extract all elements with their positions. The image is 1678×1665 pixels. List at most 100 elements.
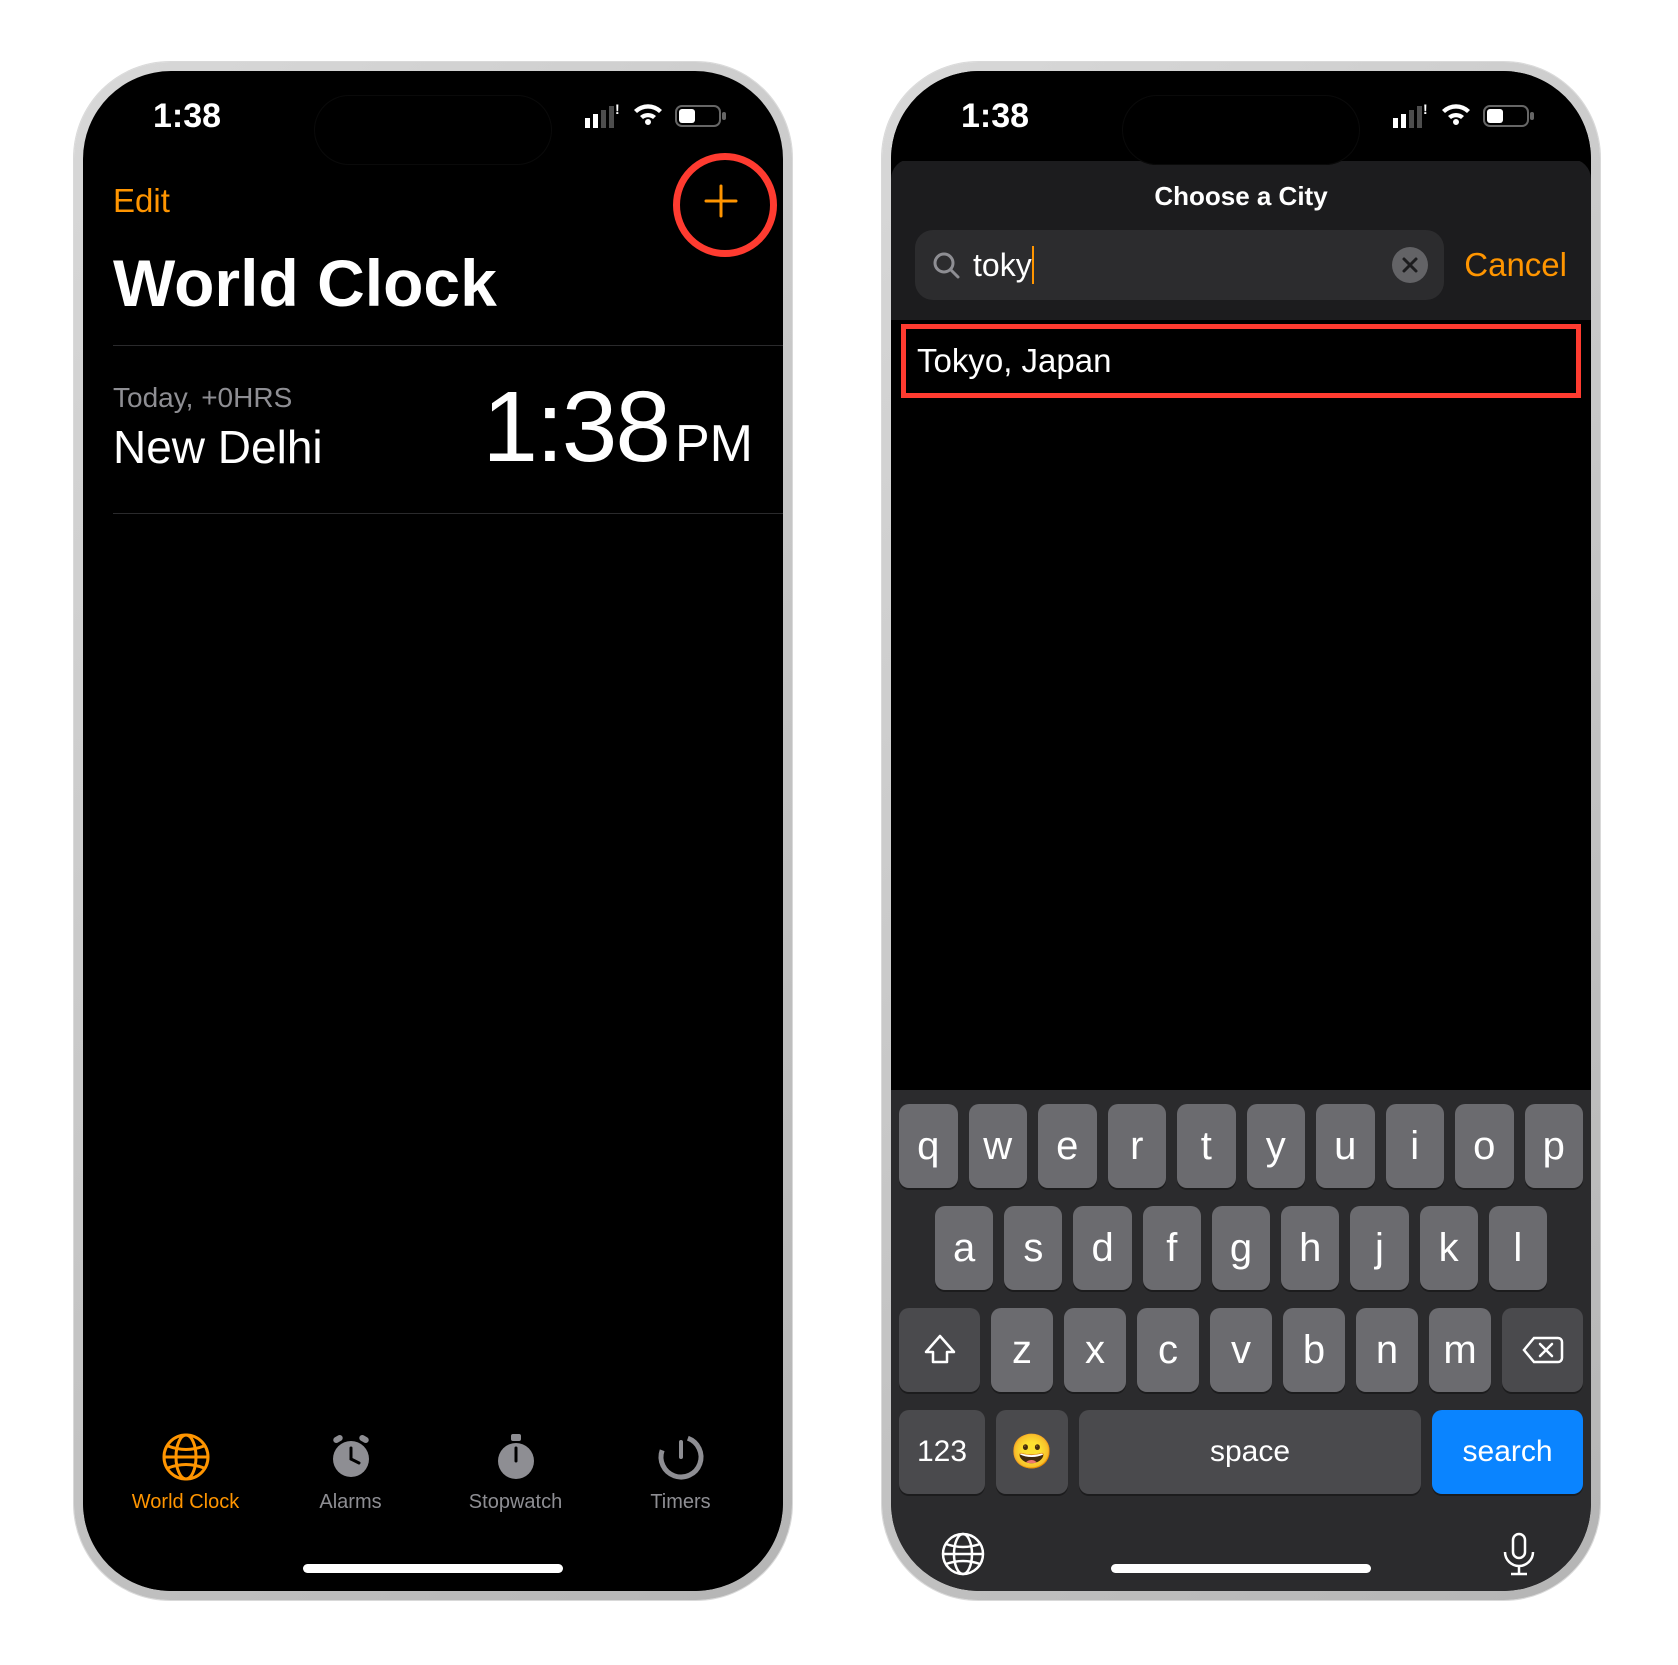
status-bar: 1:38 ! <box>83 71 783 161</box>
edit-button[interactable]: Edit <box>113 182 170 220</box>
key-backspace[interactable] <box>1502 1308 1583 1392</box>
key-e[interactable]: e <box>1038 1104 1097 1188</box>
wifi-icon <box>631 103 665 129</box>
status-indicators: ! <box>1393 103 1537 129</box>
wifi-icon <box>1439 103 1473 129</box>
key-123[interactable]: 123 <box>899 1410 985 1494</box>
search-result-item[interactable]: Tokyo, Japan <box>891 320 1591 402</box>
battery-icon <box>1483 103 1537 129</box>
tab-timers[interactable]: Timers <box>611 1431 751 1514</box>
page-title: World Clock <box>83 233 783 345</box>
keyboard-row-3: z x c v b n m <box>899 1308 1583 1392</box>
tab-label: Timers <box>650 1491 710 1514</box>
key-y[interactable]: y <box>1247 1104 1306 1188</box>
add-city-button[interactable] <box>689 169 753 233</box>
clock-time: 1:38 PM <box>482 370 753 485</box>
stopwatch-icon <box>490 1431 542 1483</box>
key-p[interactable]: p <box>1525 1104 1584 1188</box>
key-w[interactable]: w <box>969 1104 1028 1188</box>
key-k[interactable]: k <box>1420 1206 1478 1290</box>
clock-city: New Delhi <box>113 420 323 474</box>
cellular-icon: ! <box>1393 104 1429 128</box>
mic-icon <box>1495 1530 1543 1578</box>
sheet-title: Choose a City <box>891 159 1591 230</box>
key-a[interactable]: a <box>935 1206 993 1290</box>
key-n[interactable]: n <box>1356 1308 1418 1392</box>
key-s[interactable]: s <box>1004 1206 1062 1290</box>
sheet-header: Choose a City toky Cancel <box>891 159 1591 320</box>
key-r[interactable]: r <box>1108 1104 1167 1188</box>
key-t[interactable]: t <box>1177 1104 1236 1188</box>
key-z[interactable]: z <box>991 1308 1053 1392</box>
status-indicators: ! <box>585 103 729 129</box>
text-cursor <box>1032 246 1034 284</box>
tab-label: Stopwatch <box>469 1491 562 1514</box>
globe-icon <box>939 1530 987 1578</box>
battery-icon <box>675 103 729 129</box>
svg-text:!: ! <box>1423 104 1428 117</box>
globe-keyboard-button[interactable] <box>939 1530 987 1583</box>
dynamic-island <box>314 95 552 165</box>
key-g[interactable]: g <box>1212 1206 1270 1290</box>
clear-search-button[interactable] <box>1392 247 1428 283</box>
search-results: Tokyo, Japan <box>891 320 1591 1090</box>
clock-time-ampm: PM <box>675 414 753 474</box>
nav-bar: Edit <box>83 161 783 233</box>
tab-label: World Clock <box>132 1491 239 1514</box>
key-o[interactable]: o <box>1455 1104 1514 1188</box>
keyboard: q w e r t y u i o p a s d f g h <box>891 1090 1591 1591</box>
key-h[interactable]: h <box>1281 1206 1339 1290</box>
home-indicator[interactable] <box>1111 1564 1371 1573</box>
keyboard-row-1: q w e r t y u i o p <box>899 1104 1583 1188</box>
tab-alarms[interactable]: Alarms <box>281 1431 421 1514</box>
tab-world-clock[interactable]: World Clock <box>116 1431 256 1514</box>
screen-world-clock: 1:38 ! Edit World Clock <box>83 71 783 1591</box>
search-value: toky <box>973 247 1032 284</box>
clock-offset: Today, +0HRS <box>113 382 323 414</box>
tab-label: Alarms <box>319 1491 381 1514</box>
home-indicator[interactable] <box>303 1564 563 1573</box>
key-search[interactable]: search <box>1432 1410 1583 1494</box>
phone-frame-right: 1:38 ! Choose a City toky <box>882 62 1600 1600</box>
key-x[interactable]: x <box>1064 1308 1126 1392</box>
svg-text:!: ! <box>615 104 620 117</box>
world-clock-row[interactable]: Today, +0HRS New Delhi 1:38 PM <box>83 346 783 513</box>
key-f[interactable]: f <box>1143 1206 1201 1290</box>
status-bar: 1:38 ! <box>891 71 1591 161</box>
key-v[interactable]: v <box>1210 1308 1272 1392</box>
x-icon <box>1401 256 1419 274</box>
phone-frame-left: 1:38 ! Edit World Clock <box>74 62 792 1600</box>
status-time: 1:38 <box>153 97 221 136</box>
backspace-icon <box>1522 1334 1564 1366</box>
keyboard-row-4: 123 😀 space search <box>899 1410 1583 1494</box>
search-field[interactable]: toky <box>915 230 1444 300</box>
status-time: 1:38 <box>961 97 1029 136</box>
alarm-icon <box>325 1431 377 1483</box>
keyboard-row-2: a s d f g h j k l <box>899 1206 1583 1290</box>
divider <box>113 513 783 514</box>
globe-icon <box>160 1431 212 1483</box>
plus-icon <box>702 182 740 220</box>
key-emoji[interactable]: 😀 <box>996 1410 1068 1494</box>
timer-icon <box>655 1431 707 1483</box>
tab-stopwatch[interactable]: Stopwatch <box>446 1431 586 1514</box>
key-i[interactable]: i <box>1386 1104 1445 1188</box>
result-label: Tokyo, Japan <box>917 342 1111 379</box>
key-j[interactable]: j <box>1350 1206 1408 1290</box>
shift-icon <box>922 1332 958 1368</box>
cellular-icon: ! <box>585 104 621 128</box>
search-row: toky Cancel <box>891 230 1591 320</box>
key-m[interactable]: m <box>1429 1308 1491 1392</box>
key-shift[interactable] <box>899 1308 980 1392</box>
emoji-icon: 😀 <box>1011 1432 1053 1472</box>
key-d[interactable]: d <box>1073 1206 1131 1290</box>
key-u[interactable]: u <box>1316 1104 1375 1188</box>
key-b[interactable]: b <box>1283 1308 1345 1392</box>
dictation-button[interactable] <box>1495 1530 1543 1583</box>
key-space[interactable]: space <box>1079 1410 1421 1494</box>
key-c[interactable]: c <box>1137 1308 1199 1392</box>
search-icon <box>931 250 961 280</box>
key-q[interactable]: q <box>899 1104 958 1188</box>
cancel-button[interactable]: Cancel <box>1464 246 1567 284</box>
key-l[interactable]: l <box>1489 1206 1547 1290</box>
